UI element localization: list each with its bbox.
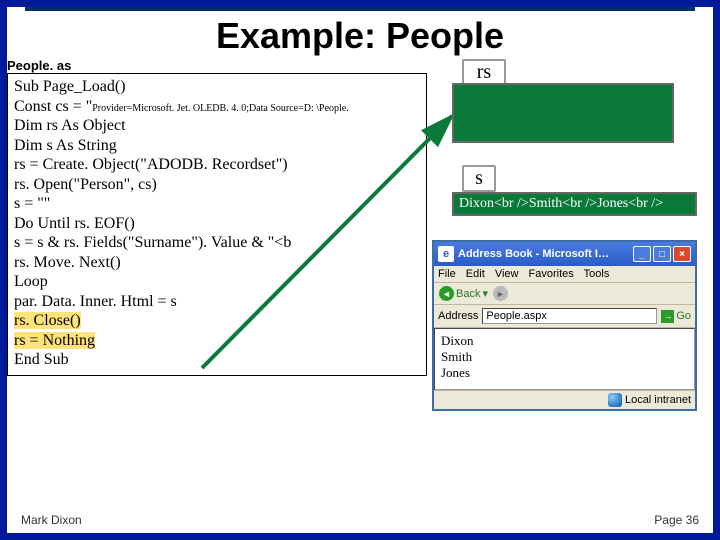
code-line: Dim rs As Object xyxy=(14,116,420,136)
code-line: rs. Move. Next() xyxy=(14,253,420,273)
code-line: End Sub xyxy=(14,350,420,370)
status-text: Local intranet xyxy=(625,394,691,406)
code-line: Loop xyxy=(14,272,420,292)
code-line: rs. Open("Person", cs) xyxy=(14,175,420,195)
menu-tools[interactable]: Tools xyxy=(584,268,610,280)
page-line: Smith xyxy=(441,349,688,365)
code-line: s = "" xyxy=(14,194,420,214)
menu-file[interactable]: File xyxy=(438,268,456,280)
browser-window: e Address Book - Microsoft I… _ □ × File… xyxy=(432,240,697,411)
code-line: s = s & rs. Fields("Surname"). Value & "… xyxy=(14,233,420,253)
footer-page: Page 36 xyxy=(654,513,699,527)
go-icon: → xyxy=(661,310,674,323)
code-line: rs. Close() xyxy=(14,311,420,331)
address-label: Address xyxy=(438,310,478,322)
go-button[interactable]: →Go xyxy=(661,310,691,323)
menu-edit[interactable]: Edit xyxy=(466,268,485,280)
code-line: par. Data. Inner. Html = s xyxy=(14,292,420,312)
browser-menubar: File Edit View Favorites Tools xyxy=(434,266,695,283)
slide-title: Example: People xyxy=(7,11,713,59)
browser-statusbar: Local intranet xyxy=(434,390,695,409)
code-line: Do Until rs. EOF() xyxy=(14,214,420,234)
code-line: Sub Page_Load() xyxy=(14,77,420,97)
minimize-button[interactable]: _ xyxy=(633,246,651,262)
code-line: Const cs = "Provider=Microsoft. Jet. OLE… xyxy=(14,97,420,117)
menu-view[interactable]: View xyxy=(495,268,519,280)
forward-button[interactable]: ► xyxy=(493,286,508,301)
code-line: rs = Nothing xyxy=(14,331,420,351)
code-box: Sub Page_Load() Const cs = "Provider=Mic… xyxy=(7,73,427,376)
s-label: s xyxy=(462,165,496,192)
browser-titlebar: e Address Book - Microsoft I… _ □ × xyxy=(434,242,695,266)
back-icon: ◄ xyxy=(439,286,454,301)
close-button[interactable]: × xyxy=(673,246,691,262)
page-line: Jones xyxy=(441,365,688,381)
rs-label: rs xyxy=(462,59,506,86)
code-line: Dim s As String xyxy=(14,136,420,156)
menu-favorites[interactable]: Favorites xyxy=(529,268,574,280)
browser-toolbar: ◄Back ▾ ► xyxy=(434,283,695,305)
maximize-button[interactable]: □ xyxy=(653,246,671,262)
s-box: Dixon<br />Smith<br />Jones<br /> xyxy=(452,192,697,216)
browser-title: Address Book - Microsoft I… xyxy=(458,248,609,260)
footer-author: Mark Dixon xyxy=(21,513,82,527)
browser-addressbar: Address People.aspx →Go xyxy=(434,305,695,328)
ie-icon: e xyxy=(438,246,454,262)
code-line: rs = Create. Object("ADODB. Recordset") xyxy=(14,155,420,175)
browser-page: Dixon Smith Jones xyxy=(434,328,695,390)
rs-box xyxy=(452,83,674,143)
back-button[interactable]: ◄Back ▾ xyxy=(439,286,488,301)
zone-icon xyxy=(608,393,622,407)
address-input[interactable]: People.aspx xyxy=(482,308,657,324)
page-line: Dixon xyxy=(441,333,688,349)
